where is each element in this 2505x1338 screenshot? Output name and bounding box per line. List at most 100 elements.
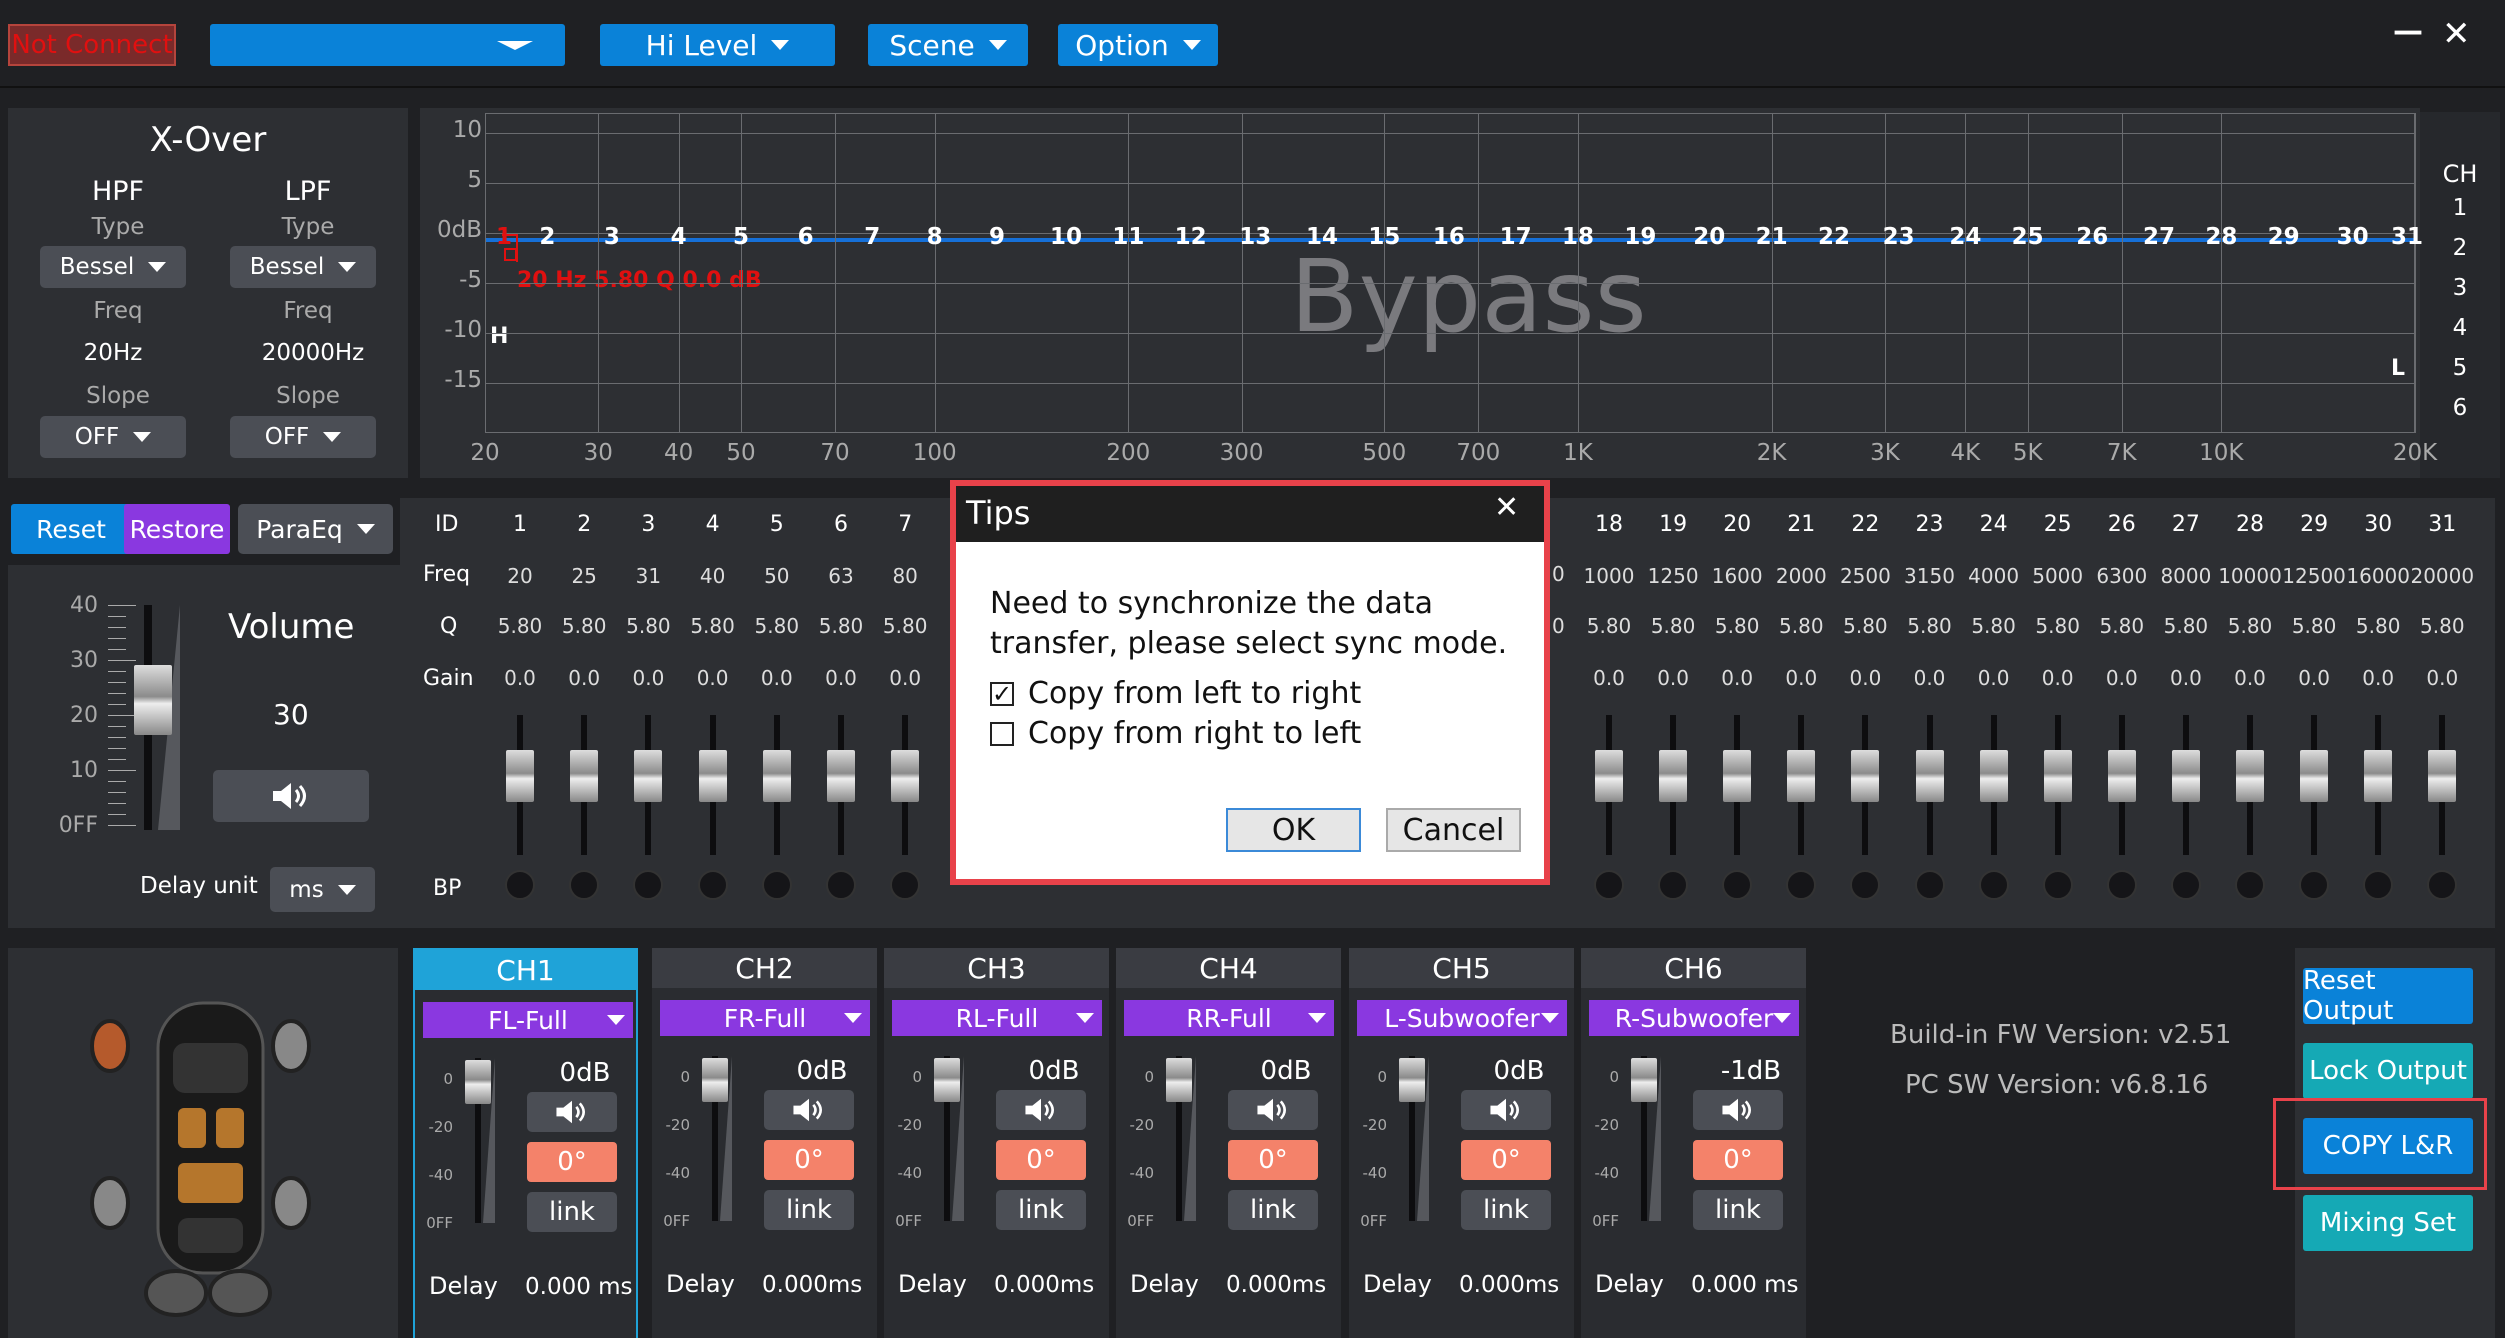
band-label-29[interactable]: 29 — [2268, 224, 2300, 250]
band-fader-knob[interactable] — [570, 750, 599, 802]
band-bypass-button[interactable] — [2363, 870, 2394, 900]
band-freq[interactable]: 12500 — [2282, 564, 2346, 588]
band-label-4[interactable]: 4 — [671, 224, 687, 250]
band-gain[interactable]: 0.0 — [2218, 666, 2282, 690]
band-freq[interactable]: 1600 — [1705, 564, 1769, 588]
band-freq[interactable]: 2500 — [1833, 564, 1897, 588]
band-fader-knob[interactable] — [2043, 750, 2072, 802]
lpf-type-select[interactable]: Bessel — [230, 246, 376, 288]
band-label-2[interactable]: 2 — [539, 224, 555, 250]
channel-mute-button[interactable] — [1461, 1090, 1551, 1130]
hi-level-dropdown[interactable]: Hi Level — [600, 24, 835, 66]
channel-fader-knob[interactable] — [934, 1058, 960, 1102]
band-bypass-button[interactable] — [1594, 870, 1624, 900]
band-label-1[interactable]: 1 — [496, 224, 512, 250]
band-q[interactable]: 5.80 — [2410, 614, 2474, 638]
band-freq[interactable]: 3150 — [1898, 564, 1962, 588]
checkbox-checked-icon[interactable]: ✓ — [990, 680, 1014, 708]
band-q[interactable]: 5.80 — [2282, 614, 2346, 638]
band-q[interactable]: 5.80 — [809, 614, 873, 638]
channel-phase-button[interactable]: 0° — [996, 1140, 1086, 1180]
band-fader-knob[interactable] — [827, 750, 855, 802]
channel-delay-value[interactable]: 0.000 ms — [525, 1274, 633, 1300]
dialog-cancel-button[interactable]: Cancel — [1386, 808, 1521, 852]
band-fader-knob[interactable] — [2171, 750, 2200, 802]
band-label-15[interactable]: 15 — [1368, 224, 1400, 250]
band-q[interactable]: 5.80 — [552, 614, 616, 638]
option-left-to-right[interactable]: ✓ Copy from left to right — [990, 676, 1361, 711]
band-gain[interactable]: 0.0 — [1962, 666, 2026, 690]
channel-name[interactable]: CH3 — [884, 948, 1109, 988]
channel-delay-value[interactable]: 0.000ms — [762, 1272, 862, 1298]
band-bypass-button[interactable] — [697, 870, 728, 900]
volume-mute-button[interactable] — [213, 770, 369, 822]
band-bypass-button[interactable] — [2106, 870, 2137, 900]
band-gain[interactable]: 0.0 — [2026, 666, 2090, 690]
band-q[interactable]: 5.80 — [681, 614, 745, 638]
band-gain[interactable]: 0.0 — [2154, 666, 2218, 690]
band-freq[interactable]: 2000 — [1769, 564, 1833, 588]
lock-output-button[interactable]: Lock Output — [2303, 1043, 2473, 1099]
band-q[interactable]: 5.80 — [2026, 614, 2090, 638]
copy-lr-button[interactable]: COPY L&R — [2303, 1118, 2473, 1174]
band-fader-knob[interactable] — [506, 750, 534, 802]
channel-link-button[interactable]: link — [1461, 1190, 1551, 1230]
band-q[interactable]: 5.80 — [1898, 614, 1962, 638]
channel-type-select[interactable]: L-Subwoofer — [1357, 1000, 1567, 1036]
channel-type-select[interactable]: RL-Full — [892, 1000, 1102, 1036]
connection-status[interactable]: Not Connect — [8, 24, 176, 66]
channel-phase-button[interactable]: 0° — [1693, 1140, 1783, 1180]
restore-button[interactable]: Restore — [124, 504, 230, 554]
channel-fader-knob[interactable] — [1631, 1058, 1657, 1102]
channel-link-button[interactable]: link — [996, 1190, 1086, 1230]
band-label-9[interactable]: 9 — [989, 224, 1005, 250]
checkbox-unchecked-icon[interactable] — [990, 721, 1014, 746]
channel-fader-knob[interactable] — [1399, 1058, 1425, 1102]
band-gain[interactable]: 0.0 — [809, 666, 873, 690]
close-button[interactable]: ✕ — [2442, 14, 2471, 54]
band-gain[interactable]: 0.0 — [616, 666, 680, 690]
band-freq[interactable]: 80 — [873, 564, 937, 588]
band-q[interactable]: 5.80 — [2154, 614, 2218, 638]
dialog-ok-button[interactable]: OK — [1226, 808, 1361, 852]
band-bypass-button[interactable] — [505, 870, 535, 900]
band-label-22[interactable]: 22 — [1818, 224, 1850, 250]
channel-link-button[interactable]: link — [1693, 1190, 1783, 1230]
band-gain[interactable]: 0.0 — [488, 666, 552, 690]
channel-phase-button[interactable]: 0° — [527, 1142, 617, 1182]
band-bypass-button[interactable] — [761, 870, 792, 900]
channel-list-item[interactable]: 2 — [2420, 228, 2500, 268]
band-freq[interactable]: 1000 — [1577, 564, 1641, 588]
band-label-10[interactable]: 10 — [1050, 224, 1082, 250]
band-q[interactable]: 5.80 — [873, 614, 937, 638]
band-freq[interactable]: 20000 — [2410, 564, 2474, 588]
band-freq[interactable]: 8000 — [2154, 564, 2218, 588]
channel-mute-button[interactable] — [764, 1090, 854, 1130]
band-bypass-button[interactable] — [1722, 870, 1753, 900]
band-gain[interactable]: 0.0 — [681, 666, 745, 690]
reset-output-button[interactable]: Reset Output — [2303, 966, 2473, 1026]
lpf-slope-select[interactable]: OFF — [230, 416, 376, 458]
band-label-18[interactable]: 18 — [1562, 224, 1594, 250]
band-q[interactable]: 5.80 — [745, 614, 809, 638]
band-freq[interactable]: 20 — [488, 564, 552, 588]
band-label-12[interactable]: 12 — [1175, 224, 1207, 250]
band-gain[interactable]: 0.0 — [1769, 666, 1833, 690]
band-label-21[interactable]: 21 — [1756, 224, 1788, 250]
channel-name[interactable]: CH5 — [1349, 948, 1574, 988]
band-gain[interactable]: 0.0 — [873, 666, 937, 690]
band-fader-knob[interactable] — [2107, 750, 2136, 802]
scene-dropdown[interactable]: Scene — [868, 24, 1028, 66]
band-label-8[interactable]: 8 — [927, 224, 943, 250]
channel-phase-button[interactable]: 0° — [1461, 1140, 1551, 1180]
channel-phase-button[interactable]: 0° — [1228, 1140, 1318, 1180]
band-q[interactable]: 5.80 — [2090, 614, 2154, 638]
band-gain[interactable]: 0.0 — [1705, 666, 1769, 690]
band-freq[interactable]: 10000 — [2218, 564, 2282, 588]
band-q[interactable]: 5.80 — [1962, 614, 2026, 638]
band-label-26[interactable]: 26 — [2076, 224, 2108, 250]
band-gain[interactable]: 0.0 — [1898, 666, 1962, 690]
band-bypass-button[interactable] — [1658, 870, 1689, 900]
band-bypass-button[interactable] — [1914, 870, 1945, 900]
band-fader-knob[interactable] — [2364, 750, 2393, 802]
